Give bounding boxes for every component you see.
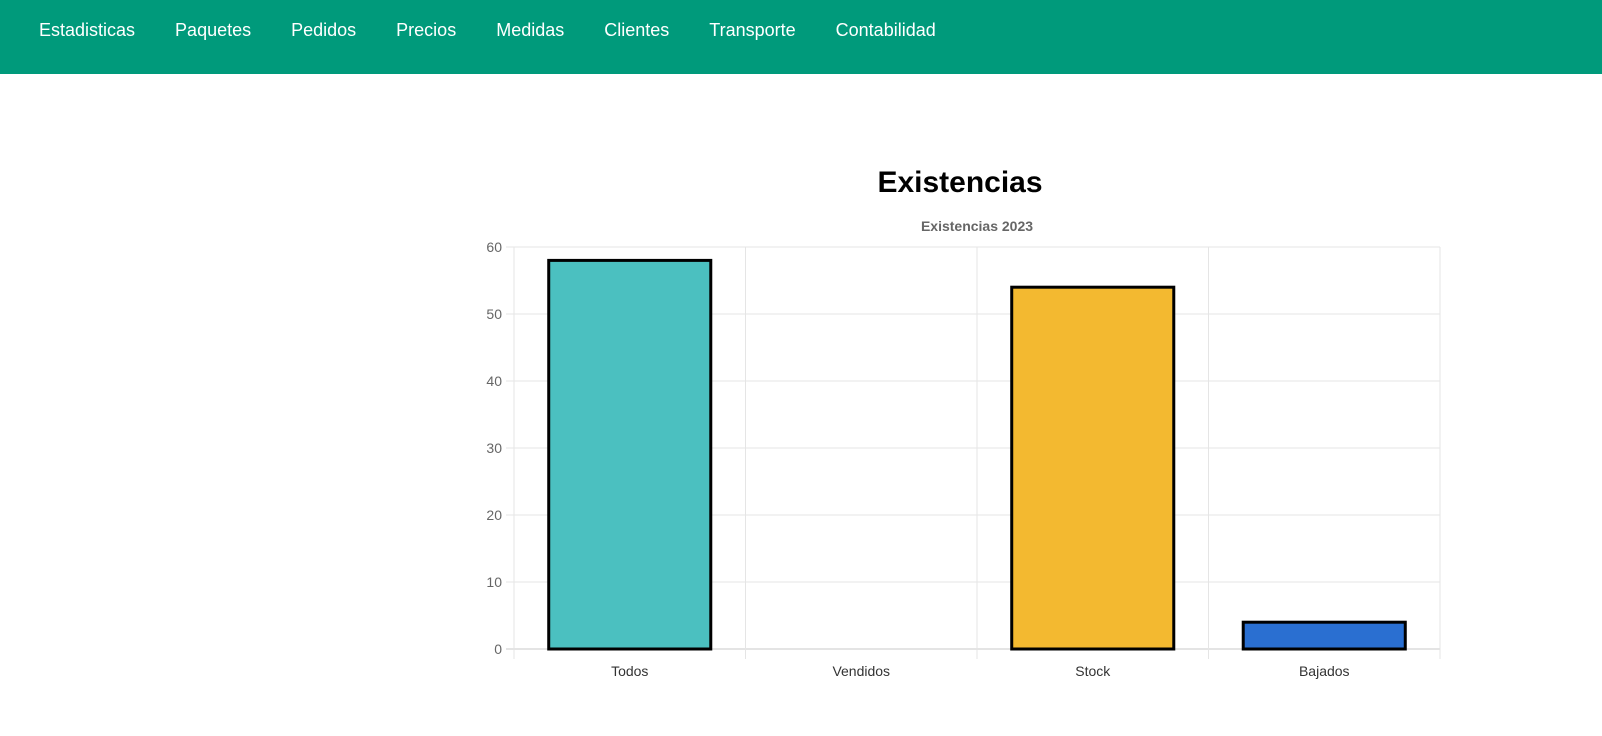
bar-chart: Existencias 2023 0 10 20 30 40 50 60 Todos Vendid… xyxy=(486,218,1441,679)
bar-bajados xyxy=(1241,620,1407,651)
y-tick-label: 20 xyxy=(486,507,502,523)
y-tick-label: 60 xyxy=(486,239,502,255)
y-tick-label: 0 xyxy=(494,641,502,657)
x-tick-label: Todos xyxy=(611,663,648,679)
x-tick-label: Stock xyxy=(1075,663,1111,679)
x-tick-label: Bajados xyxy=(1299,663,1350,679)
y-tick-label: 40 xyxy=(486,373,502,389)
bar-stock xyxy=(1010,285,1176,651)
bar-todos xyxy=(547,258,713,651)
y-tick-label: 50 xyxy=(486,306,502,322)
y-tick-label: 30 xyxy=(486,440,502,456)
chart-subtitle: Existencias 2023 xyxy=(921,218,1033,234)
x-tick-label: Vendidos xyxy=(832,663,890,679)
y-tick-label: 10 xyxy=(486,574,502,590)
